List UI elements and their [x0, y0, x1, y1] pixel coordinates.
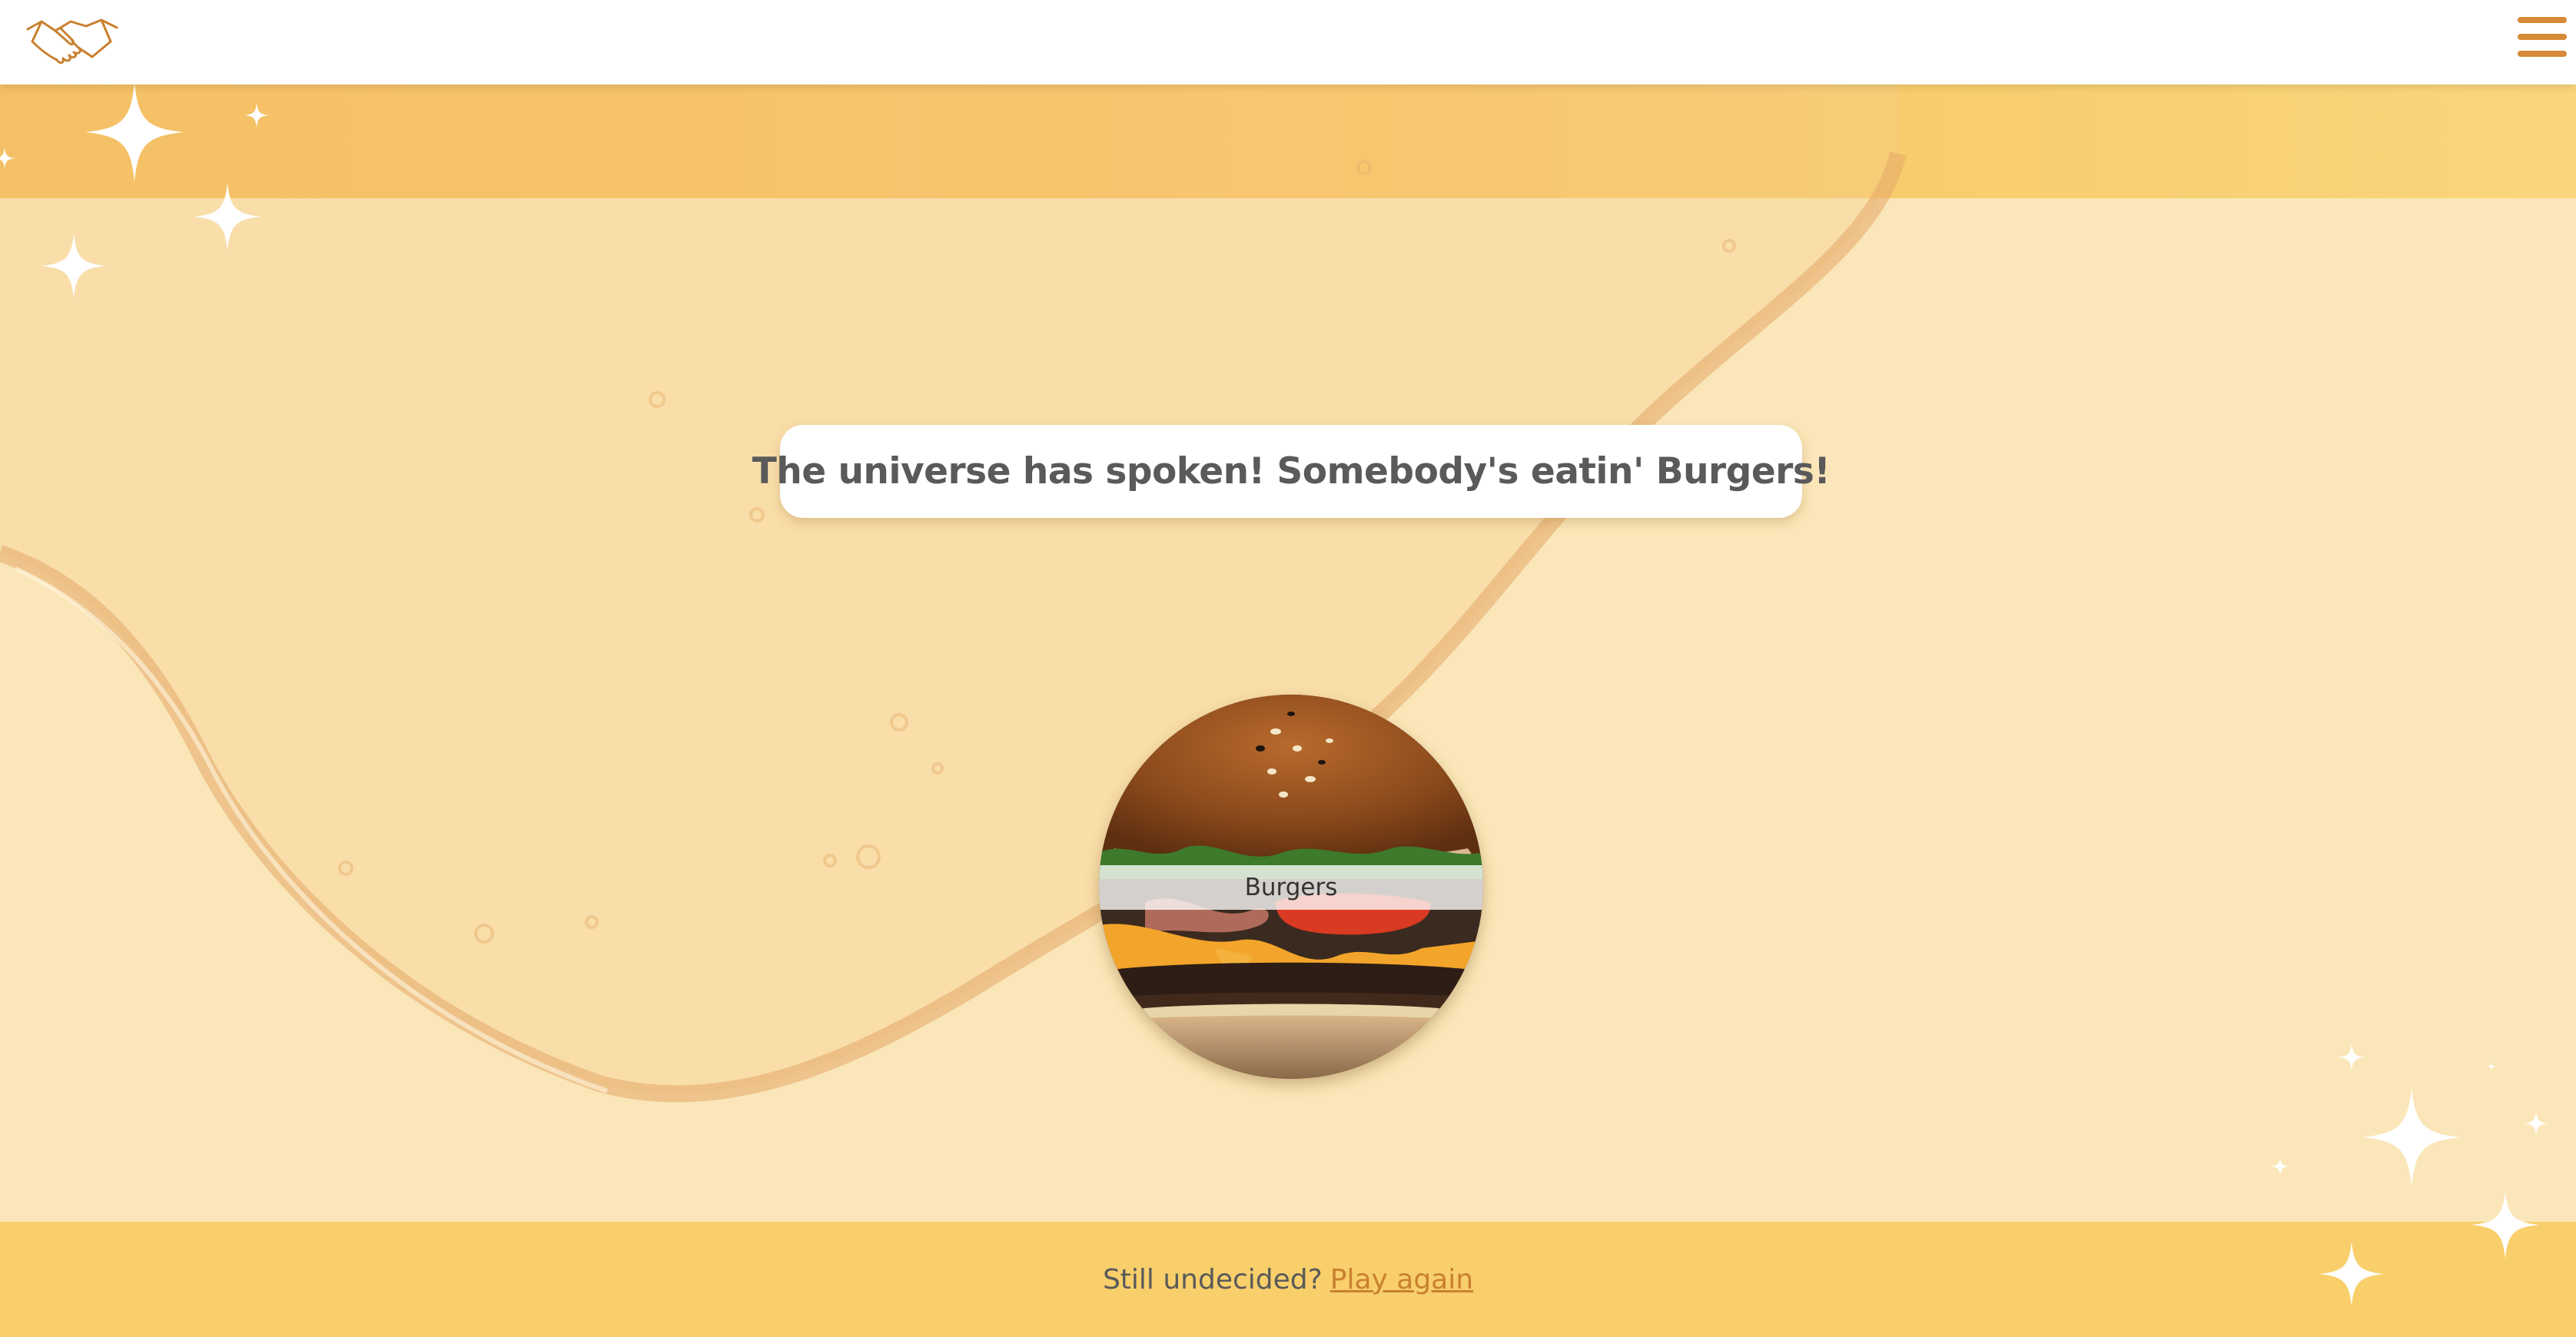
result-choice-label: Burgers — [1099, 865, 1483, 910]
footer-text: Still undecided? Play again — [1103, 1264, 1473, 1296]
hamburger-menu-icon[interactable] — [2518, 14, 2576, 66]
page: The universe has spoken! Somebody's eati… — [0, 0, 2576, 1337]
play-again-link[interactable]: Play again — [1330, 1264, 1473, 1296]
top-navbar — [0, 0, 2576, 85]
handshake-icon[interactable] — [25, 11, 120, 71]
footer: Still undecided? Play again — [0, 1222, 2576, 1337]
result-message: The universe has spoken! Somebody's eati… — [752, 450, 1831, 493]
footer-prompt: Still undecided? — [1102, 1263, 1323, 1296]
result-choice-card[interactable]: Burgers — [1099, 695, 1483, 1079]
honey-drip-background — [0, 85, 1907, 1103]
result-message-bubble: The universe has spoken! Somebody's eati… — [752, 425, 1831, 518]
